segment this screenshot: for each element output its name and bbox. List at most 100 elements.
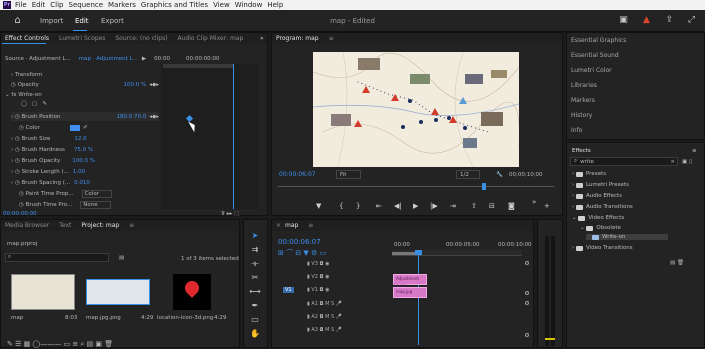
warning-icon[interactable]: ▲ — [641, 15, 652, 26]
program-scrubber[interactable] — [278, 183, 554, 190]
share-icon[interactable]: ⇪ — [664, 15, 675, 26]
effects-title[interactable]: Effects — [572, 146, 591, 155]
ripple-edit-tool-icon[interactable]: ⟛ — [249, 258, 261, 270]
row-transform[interactable]: › Transform — [11, 70, 42, 79]
panel-info[interactable]: Info — [571, 127, 582, 134]
clip-label[interactable]: map · Adjustment L... — [79, 56, 138, 62]
add-button-icon[interactable]: + — [544, 202, 550, 210]
track-select-tool-icon[interactable]: ⇉ — [249, 244, 261, 256]
item-map-name[interactable]: map — [11, 313, 23, 322]
clear-search-icon[interactable]: × — [670, 159, 675, 165]
stroke-length-value[interactable]: 1.00 — [73, 169, 85, 175]
row-write-on[interactable]: ⌄ fx Write-on — [5, 90, 42, 99]
program-playhead[interactable] — [482, 183, 486, 190]
tree-obsolete[interactable]: ⌄ Obsolete — [580, 225, 621, 231]
brush-hardness-value[interactable]: 75.0 % — [74, 147, 93, 153]
menu-window[interactable]: Window — [235, 1, 263, 9]
row-opacity[interactable]: ◷ Opacity 100.0 % ◂◆▸ — [11, 80, 159, 89]
go-to-in-icon[interactable]: ⇤ — [376, 202, 382, 210]
fit-select[interactable]: Fit — [336, 170, 362, 179]
menu-file[interactable]: File — [15, 1, 27, 9]
thumb-map-jpg[interactable] — [86, 279, 150, 305]
play-icon[interactable]: ▶ — [413, 202, 418, 210]
thumb-location-icon[interactable] — [173, 274, 211, 310]
close-sequence-icon[interactable]: × — [276, 222, 281, 229]
new-bin-icon[interactable]: ▤ — [119, 253, 124, 262]
timeline-menu-icon[interactable]: ≡ — [308, 222, 313, 229]
effects-filter-icons[interactable]: ▣ ▯ — [682, 157, 692, 166]
row-color[interactable]: ◷ Color ✐ — [19, 123, 88, 132]
more-tabs-icon[interactable]: » — [260, 35, 264, 42]
adjustment-layer-clip[interactable]: Adjustment Layer — [393, 274, 427, 288]
track-a2[interactable]: ▮ A2 ◘ M S 🎤 — [278, 314, 388, 325]
play-only-icon[interactable]: ▶ — [142, 56, 146, 62]
program-video-frame[interactable] — [313, 52, 519, 167]
tab-text[interactable]: Text — [59, 222, 71, 229]
project-search-input[interactable]: ⌕ — [5, 253, 109, 262]
mark-in-icon[interactable]: { — [339, 202, 343, 210]
tab-media-browser[interactable]: Media Browser — [5, 222, 49, 229]
workspaces-icon[interactable]: ▣ — [618, 15, 629, 26]
color-swatch[interactable] — [69, 124, 80, 131]
timeline-tool-icons[interactable]: ⊞ ⌒ ⊟ ▼ ⚙ ▭ — [278, 248, 326, 257]
source-label[interactable]: Source · Adjustment L... — [5, 56, 71, 62]
more-controls-icon[interactable]: » — [532, 198, 536, 206]
ellipse-mask-icon[interactable]: ◯ — [21, 101, 27, 107]
brush-spacing-value[interactable]: 0.010 — [74, 180, 90, 186]
tree-video-effects[interactable]: ⌄ Video Effects — [572, 215, 624, 221]
tree-video-transitions[interactable]: › Video Transitions — [572, 245, 633, 251]
menu-markers[interactable]: Markers — [108, 1, 136, 9]
track-v3[interactable]: ▮ V3 ◘ ◉ — [278, 261, 388, 272]
menu-edit[interactable]: Edit — [32, 1, 46, 9]
tree-presets[interactable]: › Presets — [572, 171, 606, 177]
row-brush-hardness[interactable]: › ◷ Brush Hardness 75.0 % — [11, 145, 93, 154]
map-jpg-clip[interactable]: map.jpg — [393, 287, 427, 298]
row-brush-spacing[interactable]: › ◷ Brush Spacing (... 0.010 — [11, 178, 90, 187]
panel-essential-graphics[interactable]: Essential Graphics — [571, 37, 626, 44]
wrench-icon[interactable]: 🔧 — [496, 170, 503, 179]
panel-history[interactable]: History — [571, 112, 592, 119]
step-back-icon[interactable]: ◀| — [394, 202, 402, 210]
tab-lumetri-scopes[interactable]: Lumetri Scopes — [59, 35, 105, 42]
paint-time-select[interactable]: Color — [81, 189, 112, 198]
tab-audio-clip-mixer[interactable]: Audio Clip Mixer: map — [178, 35, 244, 42]
rectangle-tool-icon[interactable]: ▭ — [249, 314, 261, 326]
ec-footer-timecode[interactable]: 00:00:00:00 — [3, 209, 37, 218]
row-brush-time[interactable]: ◷ Brush Time Pro... None — [19, 200, 159, 209]
tree-lumetri-presets[interactable]: › Lumetri Presets — [572, 182, 629, 188]
fullscreen-icon[interactable]: ⤢ — [686, 15, 697, 26]
menu-help[interactable]: Help — [267, 1, 283, 9]
step-forward-icon[interactable]: |▶ — [430, 202, 438, 210]
brush-opacity-value[interactable]: 100.0 % — [72, 158, 95, 164]
panel-lumetri-color[interactable]: Lumetri Color — [571, 67, 612, 74]
program-timecode[interactable]: 00:00:06;07 — [279, 170, 316, 179]
keyframe-work-bar[interactable] — [163, 64, 233, 68]
track-a1[interactable]: ▮ A1 ◘ M S 🎤 — [278, 301, 388, 312]
export-frame-icon[interactable]: ◙ — [508, 202, 515, 210]
thumb-map[interactable] — [11, 274, 75, 310]
brush-position-value[interactable]: 180.0 70.0 — [116, 114, 146, 120]
pen-tool-icon[interactable]: ✒ — [249, 300, 261, 312]
row-brush-position[interactable]: › ◷ Brush Position 180.0 70.0 ◂◆▸ — [11, 112, 159, 121]
item-mapjpg-name[interactable]: map.jpg.png — [86, 313, 121, 322]
quality-select[interactable]: 1/2 — [456, 170, 480, 179]
go-to-out-icon[interactable]: ⇥ — [450, 202, 456, 210]
lift-icon[interactable]: ⇧ — [471, 202, 477, 210]
tab-effect-controls[interactable]: Effect Controls — [5, 35, 49, 42]
tab-source[interactable]: Source: (no clips) — [115, 35, 167, 42]
effects-menu-icon[interactable]: ≡ — [692, 146, 697, 155]
row-stroke-length[interactable]: › ◷ Stroke Length (... 1.00 — [11, 167, 85, 176]
track-v2[interactable]: ▮ V2 ◘ ◉ — [278, 274, 388, 285]
opacity-value[interactable]: 100.0 % — [124, 82, 147, 88]
menu-sequence[interactable]: Sequence — [69, 1, 104, 9]
effects-search-input[interactable]: ⌕ write × — [570, 157, 678, 166]
panel-essential-sound[interactable]: Essential Sound — [571, 52, 619, 59]
menu-graphics[interactable]: Graphics and Titles — [141, 1, 208, 9]
program-title[interactable]: Program: map — [276, 35, 319, 42]
tree-audio-transitions[interactable]: › Audio Transitions — [572, 204, 633, 210]
playhead-handle[interactable] — [415, 250, 422, 255]
menu-clip[interactable]: Clip — [50, 1, 63, 9]
track-v1[interactable]: V1 ▮ V1 ◘ ◉ — [278, 287, 388, 298]
project-menu-icon[interactable]: ≡ — [129, 222, 134, 229]
slip-tool-icon[interactable]: ⟷ — [249, 286, 261, 298]
